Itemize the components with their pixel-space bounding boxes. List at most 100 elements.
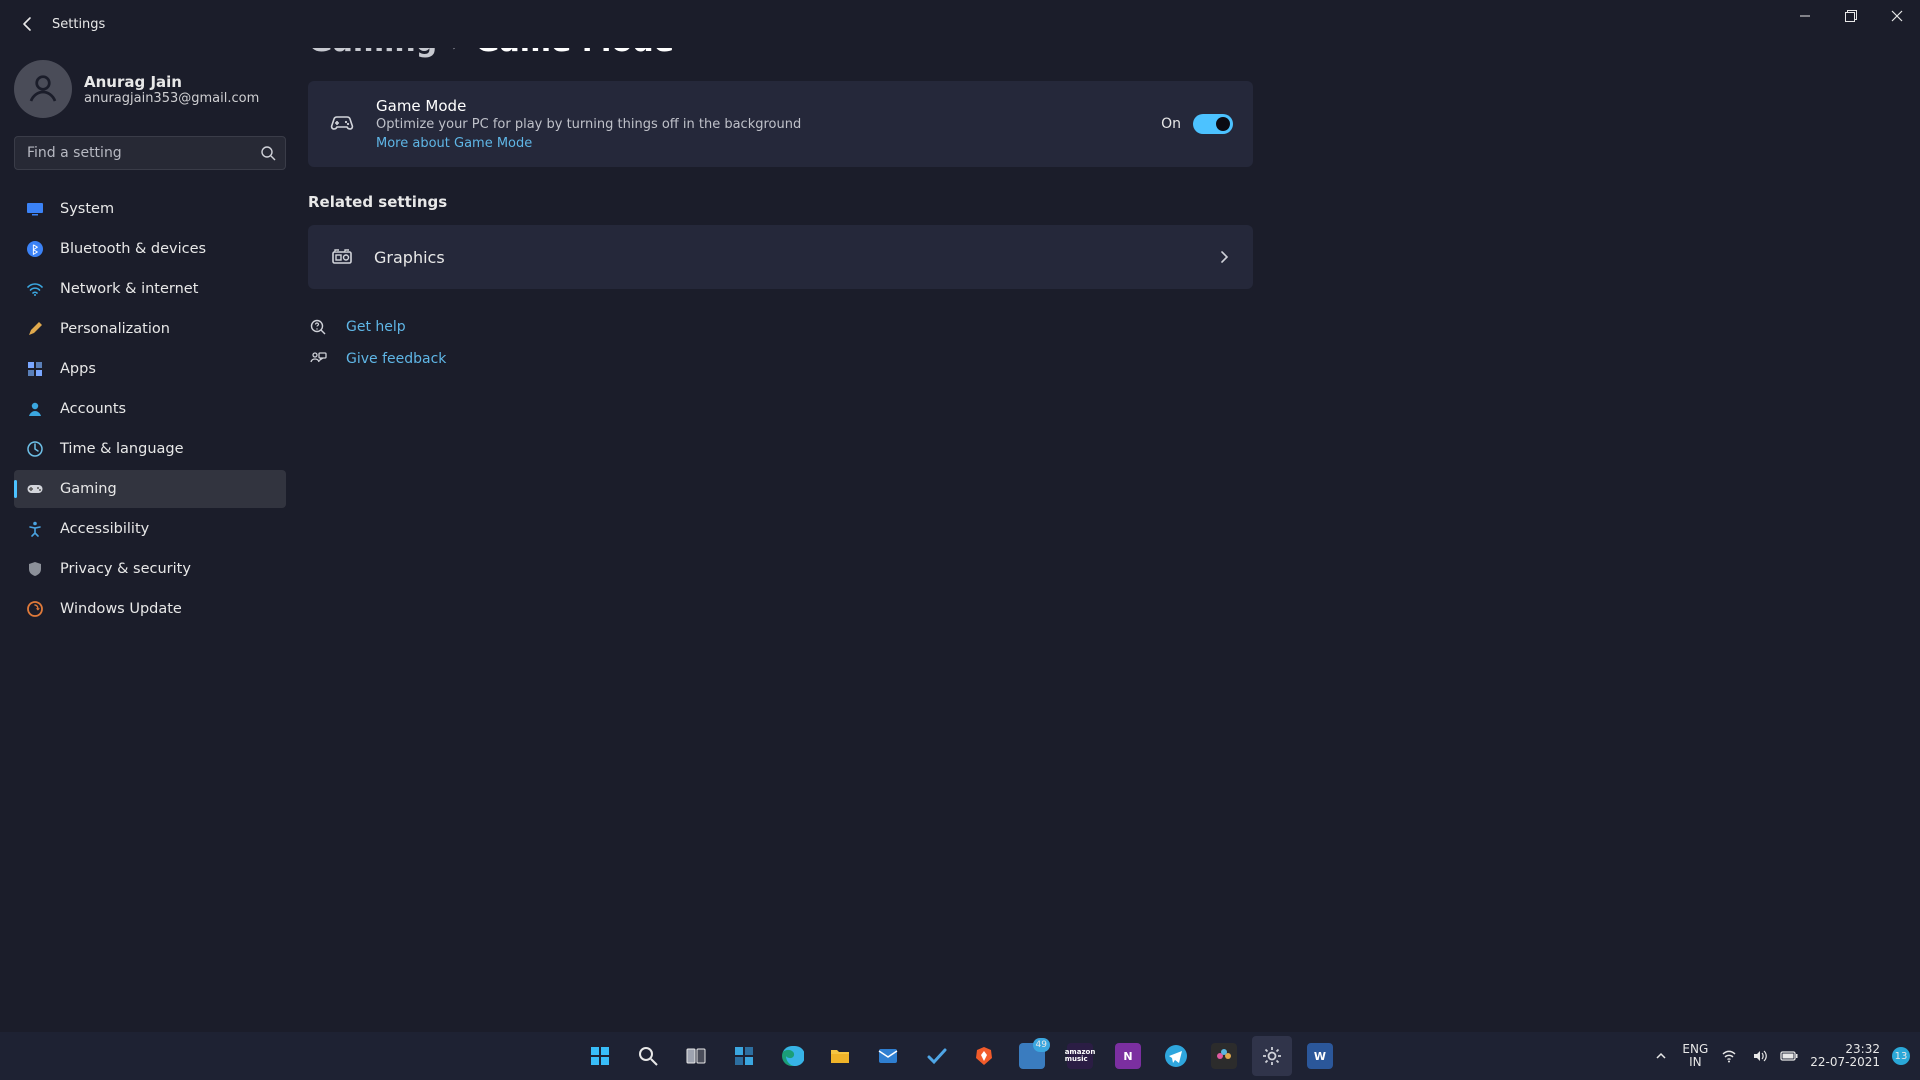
nav-accounts[interactable]: Accounts [14, 390, 286, 428]
nav-label: Windows Update [60, 601, 182, 617]
tray-overflow[interactable] [1652, 1047, 1670, 1065]
nav-gaming[interactable]: Gaming [14, 470, 286, 508]
task-view[interactable] [676, 1036, 716, 1076]
user-name: Anurag Jain [84, 73, 259, 91]
taskbar-search[interactable] [628, 1036, 668, 1076]
taskbar-todo[interactable] [916, 1036, 956, 1076]
taskbar-settings[interactable] [1252, 1036, 1292, 1076]
nav-label: Apps [60, 361, 96, 377]
search-input[interactable] [14, 136, 286, 170]
wifi-tray-icon[interactable] [1720, 1047, 1738, 1065]
windows-icon [587, 1043, 613, 1069]
nav-label: System [60, 201, 114, 217]
back-button[interactable] [16, 12, 40, 36]
more-about-link[interactable]: More about Game Mode [376, 136, 532, 151]
volume-tray-icon[interactable] [1750, 1047, 1768, 1065]
nav-label: Time & language [60, 441, 184, 457]
clock-date: 22-07-2021 [1810, 1056, 1880, 1069]
game-mode-card: Game Mode Optimize your PC for play by t… [308, 81, 1253, 167]
card-subtitle: Optimize your PC for play by turning thi… [376, 117, 1141, 132]
notification-count: 13 [1895, 1051, 1908, 1062]
bluetooth-icon [26, 240, 44, 258]
start-button[interactable] [580, 1036, 620, 1076]
sidebar: Anurag Jain anuragjain353@gmail.com Syst… [0, 48, 300, 1080]
taskbar-mail[interactable] [868, 1036, 908, 1076]
widgets-icon [731, 1043, 757, 1069]
avatar [14, 60, 72, 118]
nav-personalization[interactable]: Personalization [14, 310, 286, 348]
nav-apps[interactable]: Apps [14, 350, 286, 388]
paintbrush-icon [26, 320, 44, 338]
nav-windows-update[interactable]: Windows Update [14, 590, 286, 628]
gear-icon [1259, 1043, 1285, 1069]
app-title: Settings [52, 17, 105, 32]
related-item-label: Graphics [374, 248, 445, 267]
breadcrumb-parent[interactable]: Gaming [308, 48, 437, 59]
give-feedback-link[interactable]: Give feedback [346, 351, 446, 367]
game-mode-toggle[interactable] [1193, 114, 1233, 134]
clock[interactable]: 23:32 22-07-2021 [1810, 1043, 1880, 1069]
toggle-state-label: On [1161, 116, 1181, 132]
search-icon [260, 145, 276, 161]
person-icon [26, 400, 44, 418]
display-icon [26, 200, 44, 218]
graphics-link[interactable]: Graphics [308, 225, 1253, 289]
taskbar-pinned-app[interactable]: 49 [1012, 1036, 1052, 1076]
update-icon [26, 600, 44, 618]
taskbar-amazon-music[interactable]: amazonmusic [1060, 1036, 1100, 1076]
content-area: Gaming › Game Mode Game Mode Optimize yo… [300, 48, 1920, 1080]
nav-list: System Bluetooth & devices Network & int… [14, 190, 286, 628]
graphics-icon [330, 245, 354, 269]
game-mode-icon [328, 110, 356, 138]
gamepad-icon [26, 480, 44, 498]
amazon-music-icon: amazonmusic [1067, 1043, 1093, 1069]
taskbar-file-explorer[interactable] [820, 1036, 860, 1076]
nav-label: Accessibility [60, 521, 149, 537]
accessibility-icon [26, 520, 44, 538]
task-view-icon [683, 1043, 709, 1069]
taskbar-onenote[interactable]: N [1108, 1036, 1148, 1076]
nav-bluetooth[interactable]: Bluetooth & devices [14, 230, 286, 268]
maximize-button[interactable] [1828, 0, 1874, 32]
chevron-right-icon [1217, 250, 1231, 264]
nav-system[interactable]: System [14, 190, 286, 228]
taskbar-word[interactable]: W [1300, 1036, 1340, 1076]
taskbar-davinci[interactable] [1204, 1036, 1244, 1076]
help-icon [308, 317, 328, 337]
get-help-link[interactable]: Get help [346, 319, 406, 335]
battery-tray-icon[interactable] [1780, 1047, 1798, 1065]
davinci-icon [1211, 1043, 1237, 1069]
folder-icon [827, 1043, 853, 1069]
brave-icon [971, 1043, 997, 1069]
word-icon: W [1307, 1043, 1333, 1069]
nav-network[interactable]: Network & internet [14, 270, 286, 308]
chevron-right-icon: › [451, 48, 461, 57]
nav-label: Accounts [60, 401, 126, 417]
taskbar-brave[interactable] [964, 1036, 1004, 1076]
language-indicator[interactable]: ENG IN [1682, 1043, 1708, 1069]
taskbar: 49 amazonmusic N W ENG IN 23:32 22-07-20… [0, 1032, 1920, 1080]
minimize-button[interactable] [1782, 0, 1828, 32]
page-title: Game Mode [475, 48, 674, 59]
close-button[interactable] [1874, 0, 1920, 32]
related-settings-heading: Related settings [308, 193, 1880, 211]
shield-icon [26, 560, 44, 578]
check-icon [923, 1043, 949, 1069]
lang-bottom: IN [1682, 1056, 1708, 1069]
onenote-icon: N [1115, 1043, 1141, 1069]
taskbar-edge[interactable] [772, 1036, 812, 1076]
nav-accessibility[interactable]: Accessibility [14, 510, 286, 548]
account-profile[interactable]: Anurag Jain anuragjain353@gmail.com [14, 52, 286, 136]
notification-center[interactable]: 13 [1892, 1047, 1910, 1065]
taskbar-telegram[interactable] [1156, 1036, 1196, 1076]
nav-label: Network & internet [60, 281, 198, 297]
edge-icon [779, 1043, 805, 1069]
search-icon [635, 1043, 661, 1069]
apps-icon [26, 360, 44, 378]
nav-privacy[interactable]: Privacy & security [14, 550, 286, 588]
mail-icon [875, 1043, 901, 1069]
widgets-button[interactable] [724, 1036, 764, 1076]
nav-time-language[interactable]: Time & language [14, 430, 286, 468]
feedback-icon [308, 349, 328, 369]
badge-count: 49 [1033, 1038, 1050, 1052]
